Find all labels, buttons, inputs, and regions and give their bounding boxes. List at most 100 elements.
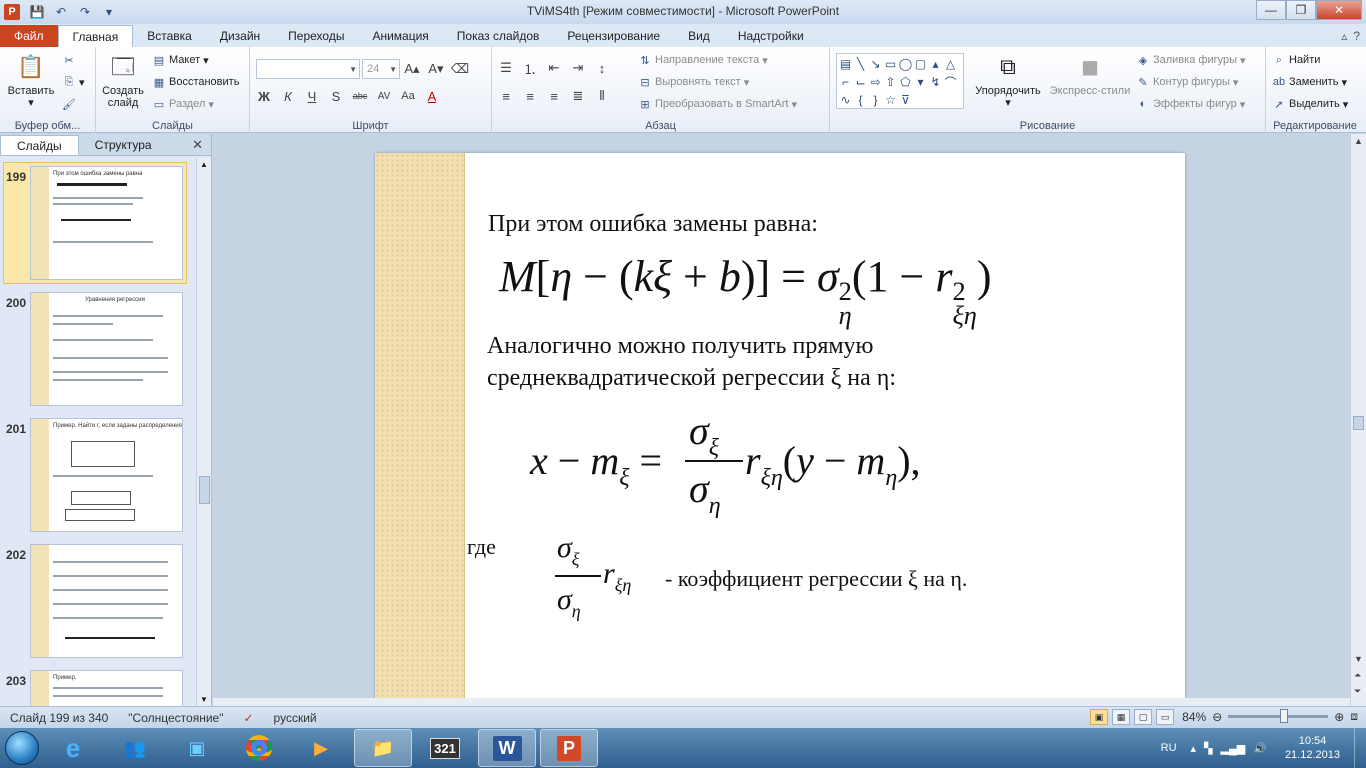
replace-button[interactable]: ab Заменить ▾ (1272, 75, 1347, 89)
char-spacing-button[interactable]: AV (374, 87, 394, 105)
tab-slides[interactable]: Слайды (0, 135, 79, 155)
tab-addins[interactable]: Надстройки (724, 25, 818, 47)
help-icon[interactable]: ? (1353, 29, 1360, 43)
scroll-up-icon[interactable]: ▲ (1354, 136, 1363, 146)
grow-font-icon[interactable]: A▴ (402, 60, 422, 78)
tab-outline[interactable]: Структура (79, 135, 168, 155)
freeform-shape-icon[interactable]: ∿ (838, 91, 853, 109)
zoom-slider-knob[interactable] (1280, 709, 1289, 723)
save-icon[interactable]: 💾 (28, 3, 46, 21)
spellcheck-icon[interactable]: ✓ (233, 711, 263, 725)
clock[interactable]: 10:54 21.12.2013 (1271, 734, 1354, 762)
shadow-text-button[interactable]: S (326, 87, 346, 105)
arrow-shape-icon[interactable]: ↘ (868, 55, 883, 73)
minimize-ribbon-icon[interactable]: ▵ (1341, 29, 1347, 43)
undo-icon[interactable]: ↶ (52, 3, 70, 21)
reset-button[interactable]: ▦ Восстановить (152, 75, 240, 89)
input-language[interactable]: RU (1151, 742, 1187, 754)
arrange-button[interactable]: ⧉ Упорядочить ▾ (970, 51, 1046, 110)
tab-design[interactable]: Дизайн (206, 25, 274, 47)
normal-view-icon[interactable]: ▣ (1090, 709, 1108, 725)
previous-slide-icon[interactable]: ⏶ (1354, 670, 1361, 681)
slide-text-where[interactable]: где (467, 531, 496, 562)
fit-slide-icon[interactable]: ⧈ (1350, 709, 1358, 724)
tab-transitions[interactable]: Переходы (274, 25, 358, 47)
word-icon[interactable]: W (478, 729, 536, 767)
scrollbar-thumb[interactable] (1353, 416, 1364, 430)
messenger-icon[interactable]: 👥 (106, 729, 164, 767)
decrease-indent-icon[interactable]: ⇤ (544, 59, 564, 77)
close-icon[interactable]: ✕ (192, 135, 203, 155)
font-color-button[interactable]: A (422, 87, 442, 105)
justify-icon[interactable]: ≣ (568, 87, 588, 105)
slides-panel-scrollbar[interactable]: ▲ ▼ (196, 158, 211, 706)
bullets-icon[interactable]: ☰ (496, 59, 516, 77)
slide-text-coefficient[interactable]: - коэффициент регрессии ξ на η. (665, 563, 967, 594)
qat-dropdown-icon[interactable]: ▾ (100, 3, 118, 21)
select-button[interactable]: ➚ Выделить ▾ (1272, 97, 1348, 111)
maximize-button[interactable]: ❐ (1286, 0, 1316, 20)
slide-thumbnail-201[interactable]: 201 Пример. Найти r, если заданы распред… (0, 414, 196, 536)
columns-icon[interactable]: ⫴ (592, 87, 612, 105)
scroll-down-icon[interactable]: ▾ (913, 73, 928, 91)
tab-view[interactable]: Вид (674, 25, 724, 47)
shrink-font-icon[interactable]: A▾ (426, 60, 446, 78)
oval-shape-icon[interactable]: ◯ (898, 55, 913, 73)
align-left-icon[interactable]: ≡ (496, 87, 516, 105)
strikethrough-button[interactable]: abc (350, 87, 370, 105)
media-player-classic-icon[interactable]: 321 (416, 729, 474, 767)
slide-sorter-view-icon[interactable]: ▦ (1112, 709, 1130, 725)
format-painter-button[interactable]: 🖌 (62, 97, 76, 111)
text-direction-button[interactable]: ⇅ Направление текста ▾ (638, 53, 767, 67)
reading-view-icon[interactable]: ▢ (1134, 709, 1152, 725)
tab-file[interactable]: Файл (0, 25, 58, 47)
align-text-button[interactable]: ⊟ Выровнять текст ▾ (638, 75, 749, 89)
start-button[interactable] (0, 728, 44, 768)
slide-thumbnail-200[interactable]: 200 Уравнения регрессии (0, 288, 196, 410)
increase-indent-icon[interactable]: ⇥ (568, 59, 588, 77)
brace-right-shape-icon[interactable]: } (868, 91, 883, 109)
align-right-icon[interactable]: ≡ (544, 87, 564, 105)
rounded-rect-shape-icon[interactable]: ▢ (913, 55, 928, 73)
show-desktop-button[interactable] (1354, 728, 1366, 768)
scroll-up-icon[interactable]: ▴ (928, 55, 943, 73)
slide-text-line-1[interactable]: При этом ошибка замены равна: (488, 209, 818, 240)
slide-canvas[interactable]: При этом ошибка замены равна: M[η − (kξ … (375, 153, 1185, 706)
tab-slideshow[interactable]: Показ слайдов (443, 25, 554, 47)
quick-styles-button[interactable]: ◼ Экспресс-стили (1048, 51, 1132, 98)
media-player-icon[interactable]: ▶ (292, 729, 350, 767)
text-box-shape-icon[interactable]: ▤ (838, 55, 853, 73)
scroll-up-icon[interactable]: ▲ (200, 160, 208, 169)
volume-icon[interactable]: 🔊 (1249, 742, 1271, 755)
clear-format-icon[interactable]: ⌫ (450, 60, 470, 78)
up-arrow-shape-icon[interactable]: ⇧ (883, 73, 898, 91)
numbering-icon[interactable]: ⒈ (520, 59, 540, 77)
font-size-combo[interactable]: 24 ▼ (362, 59, 400, 79)
shapes-gallery[interactable]: ▤ ╲ ↘ ▭ ◯ ▢ ▴ △ ⌐ ⌙ ⇨ ⇧ ⬠ ▾ ↯ ⌒ ∿ { } ☆ … (836, 53, 964, 109)
font-name-combo[interactable]: ▼ (256, 59, 360, 79)
paste-button[interactable]: 📋 Вставить ▾ (4, 51, 58, 110)
slideshow-view-icon[interactable]: ▭ (1156, 709, 1174, 725)
smartart-button[interactable]: ⊞ Преобразовать в SmartArt ▾ (638, 97, 797, 111)
copy-button[interactable]: ⎘ ▾ (62, 75, 85, 89)
new-slide-button[interactable]: 🗔 Создать слайд (100, 51, 146, 110)
store-icon[interactable]: ▣ (168, 729, 226, 767)
signal-icon[interactable]: ▂▄▆ (1217, 742, 1250, 755)
arc-shape-icon[interactable]: ⌒ (943, 73, 958, 91)
zoom-slider[interactable] (1228, 709, 1329, 723)
scroll-down-icon[interactable]: ▼ (200, 695, 208, 704)
shape-outline-button[interactable]: ✎ Контур фигуры ▾ (1136, 75, 1238, 89)
tab-animations[interactable]: Анимация (358, 25, 442, 47)
change-case-button[interactable]: Aa (398, 87, 418, 105)
zoom-in-icon[interactable]: ⊕ (1334, 710, 1344, 724)
flowchart-shape-icon[interactable]: ⬠ (898, 73, 913, 91)
italic-button[interactable]: К (278, 87, 298, 105)
shape-effects-button[interactable]: ◐ Эффекты фигур ▾ (1136, 97, 1246, 111)
editor-scrollbar[interactable]: ▲ ▼ ⏶ ⏷ (1350, 134, 1366, 706)
line-shape-icon[interactable]: ╲ (853, 55, 868, 73)
equation-error[interactable]: M[η − (kξ + b)] = σ 2 η (1 − r 2 ξη) (499, 251, 992, 328)
curve-shape-icon[interactable]: ↯ (928, 73, 943, 91)
elbow-shape-icon[interactable]: ⌙ (853, 73, 868, 91)
section-button[interactable]: ▭ Раздел ▾ (152, 97, 214, 111)
network-icon[interactable]: ▚ (1200, 742, 1216, 755)
